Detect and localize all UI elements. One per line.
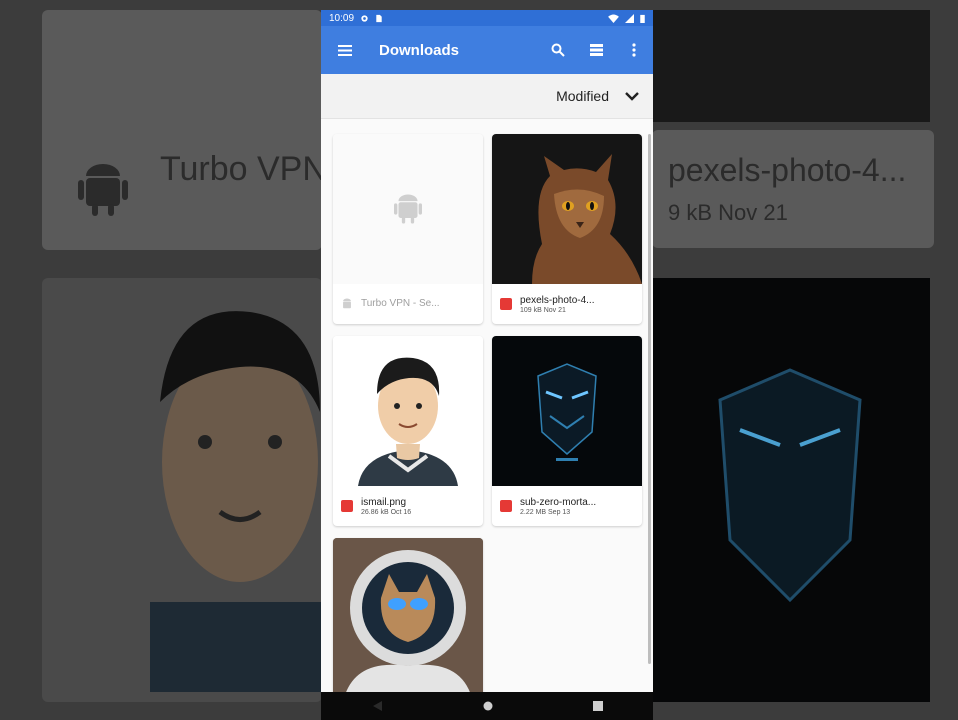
file-card[interactable]: ismail.png 26.86 kB Oct 16 bbox=[333, 336, 483, 526]
file-details: 2.22 MB Sep 13 bbox=[520, 508, 571, 516]
wifi-icon bbox=[608, 13, 619, 23]
sort-bar[interactable]: Modified bbox=[321, 74, 653, 119]
file-card[interactable]: pexels-photo-4... 109 kB Nov 21 bbox=[492, 134, 642, 324]
home-icon[interactable] bbox=[483, 701, 493, 711]
bg-file-title-right: pexels-photo-4... bbox=[668, 152, 907, 188]
navigation-bar bbox=[321, 692, 653, 720]
sub-zero-mask-image bbox=[537, 363, 597, 461]
bg-avatar-illustration bbox=[150, 311, 330, 692]
file-thumbnail bbox=[333, 336, 483, 486]
android-icon bbox=[394, 194, 422, 224]
sim-card-icon bbox=[376, 14, 382, 22]
search-button[interactable] bbox=[539, 43, 577, 57]
status-bar: 10:09 bbox=[321, 10, 653, 26]
file-thumbnail bbox=[333, 134, 483, 284]
file-name: pexels-photo-4... bbox=[520, 294, 595, 306]
file-thumbnail bbox=[492, 336, 642, 486]
bg-file-title-left: Turbo VPN bbox=[160, 150, 327, 188]
apk-file-icon bbox=[343, 297, 351, 308]
file-name: sub-zero-morta... bbox=[520, 496, 597, 508]
sort-label[interactable]: Modified bbox=[556, 88, 609, 104]
phone-screen: 10:09 Downloads Modified Turbo VPN - Se.… bbox=[321, 10, 653, 720]
file-card[interactable]: sub-zero-morta... 2.22 MB Sep 13 bbox=[492, 336, 642, 526]
settings-notification-icon bbox=[361, 14, 368, 22]
file-card[interactable] bbox=[333, 538, 483, 702]
cat-photo bbox=[532, 154, 642, 284]
bg-card-right bbox=[652, 130, 934, 248]
chevron-down-icon[interactable] bbox=[625, 91, 639, 101]
bg-mask-illustration bbox=[718, 368, 862, 603]
file-meta: Turbo VPN - Se... bbox=[333, 284, 483, 324]
more-vert-icon bbox=[632, 43, 636, 57]
app-title: Downloads bbox=[379, 41, 460, 59]
battery-icon bbox=[640, 14, 645, 23]
menu-button[interactable] bbox=[321, 44, 369, 56]
app-bar: Downloads bbox=[321, 26, 653, 74]
list-view-icon bbox=[589, 44, 603, 56]
astronaut-cat-image bbox=[333, 538, 483, 702]
file-meta: sub-zero-morta... 2.22 MB Sep 13 bbox=[492, 486, 642, 526]
android-icon bbox=[78, 164, 128, 216]
view-toggle-button[interactable] bbox=[577, 44, 615, 56]
file-name: ismail.png bbox=[361, 496, 407, 508]
bg-card-right-top bbox=[652, 10, 930, 122]
more-options-button[interactable] bbox=[615, 43, 653, 57]
recents-icon[interactable] bbox=[593, 701, 603, 711]
file-thumbnail bbox=[333, 538, 483, 702]
bg-file-details-right: 9 kB Nov 21 bbox=[668, 200, 788, 225]
file-card[interactable]: Turbo VPN - Se... bbox=[333, 134, 483, 324]
file-meta: pexels-photo-4... 109 kB Nov 21 bbox=[492, 284, 642, 324]
status-time: 10:09 bbox=[329, 12, 355, 24]
signal-icon bbox=[625, 13, 634, 23]
file-thumbnail bbox=[492, 134, 642, 284]
file-details: 109 kB Nov 21 bbox=[520, 306, 566, 314]
image-file-icon bbox=[500, 298, 512, 310]
search-icon bbox=[551, 43, 565, 57]
file-meta: ismail.png 26.86 kB Oct 16 bbox=[333, 486, 483, 526]
image-file-icon bbox=[500, 500, 512, 512]
image-file-icon bbox=[341, 500, 353, 512]
scrollbar[interactable] bbox=[648, 134, 651, 664]
hamburger-icon bbox=[338, 44, 352, 56]
avatar-illustration bbox=[358, 357, 458, 486]
back-icon[interactable] bbox=[371, 700, 383, 712]
file-details: 26.86 kB Oct 16 bbox=[361, 508, 412, 516]
file-name: Turbo VPN - Se... bbox=[361, 298, 440, 309]
